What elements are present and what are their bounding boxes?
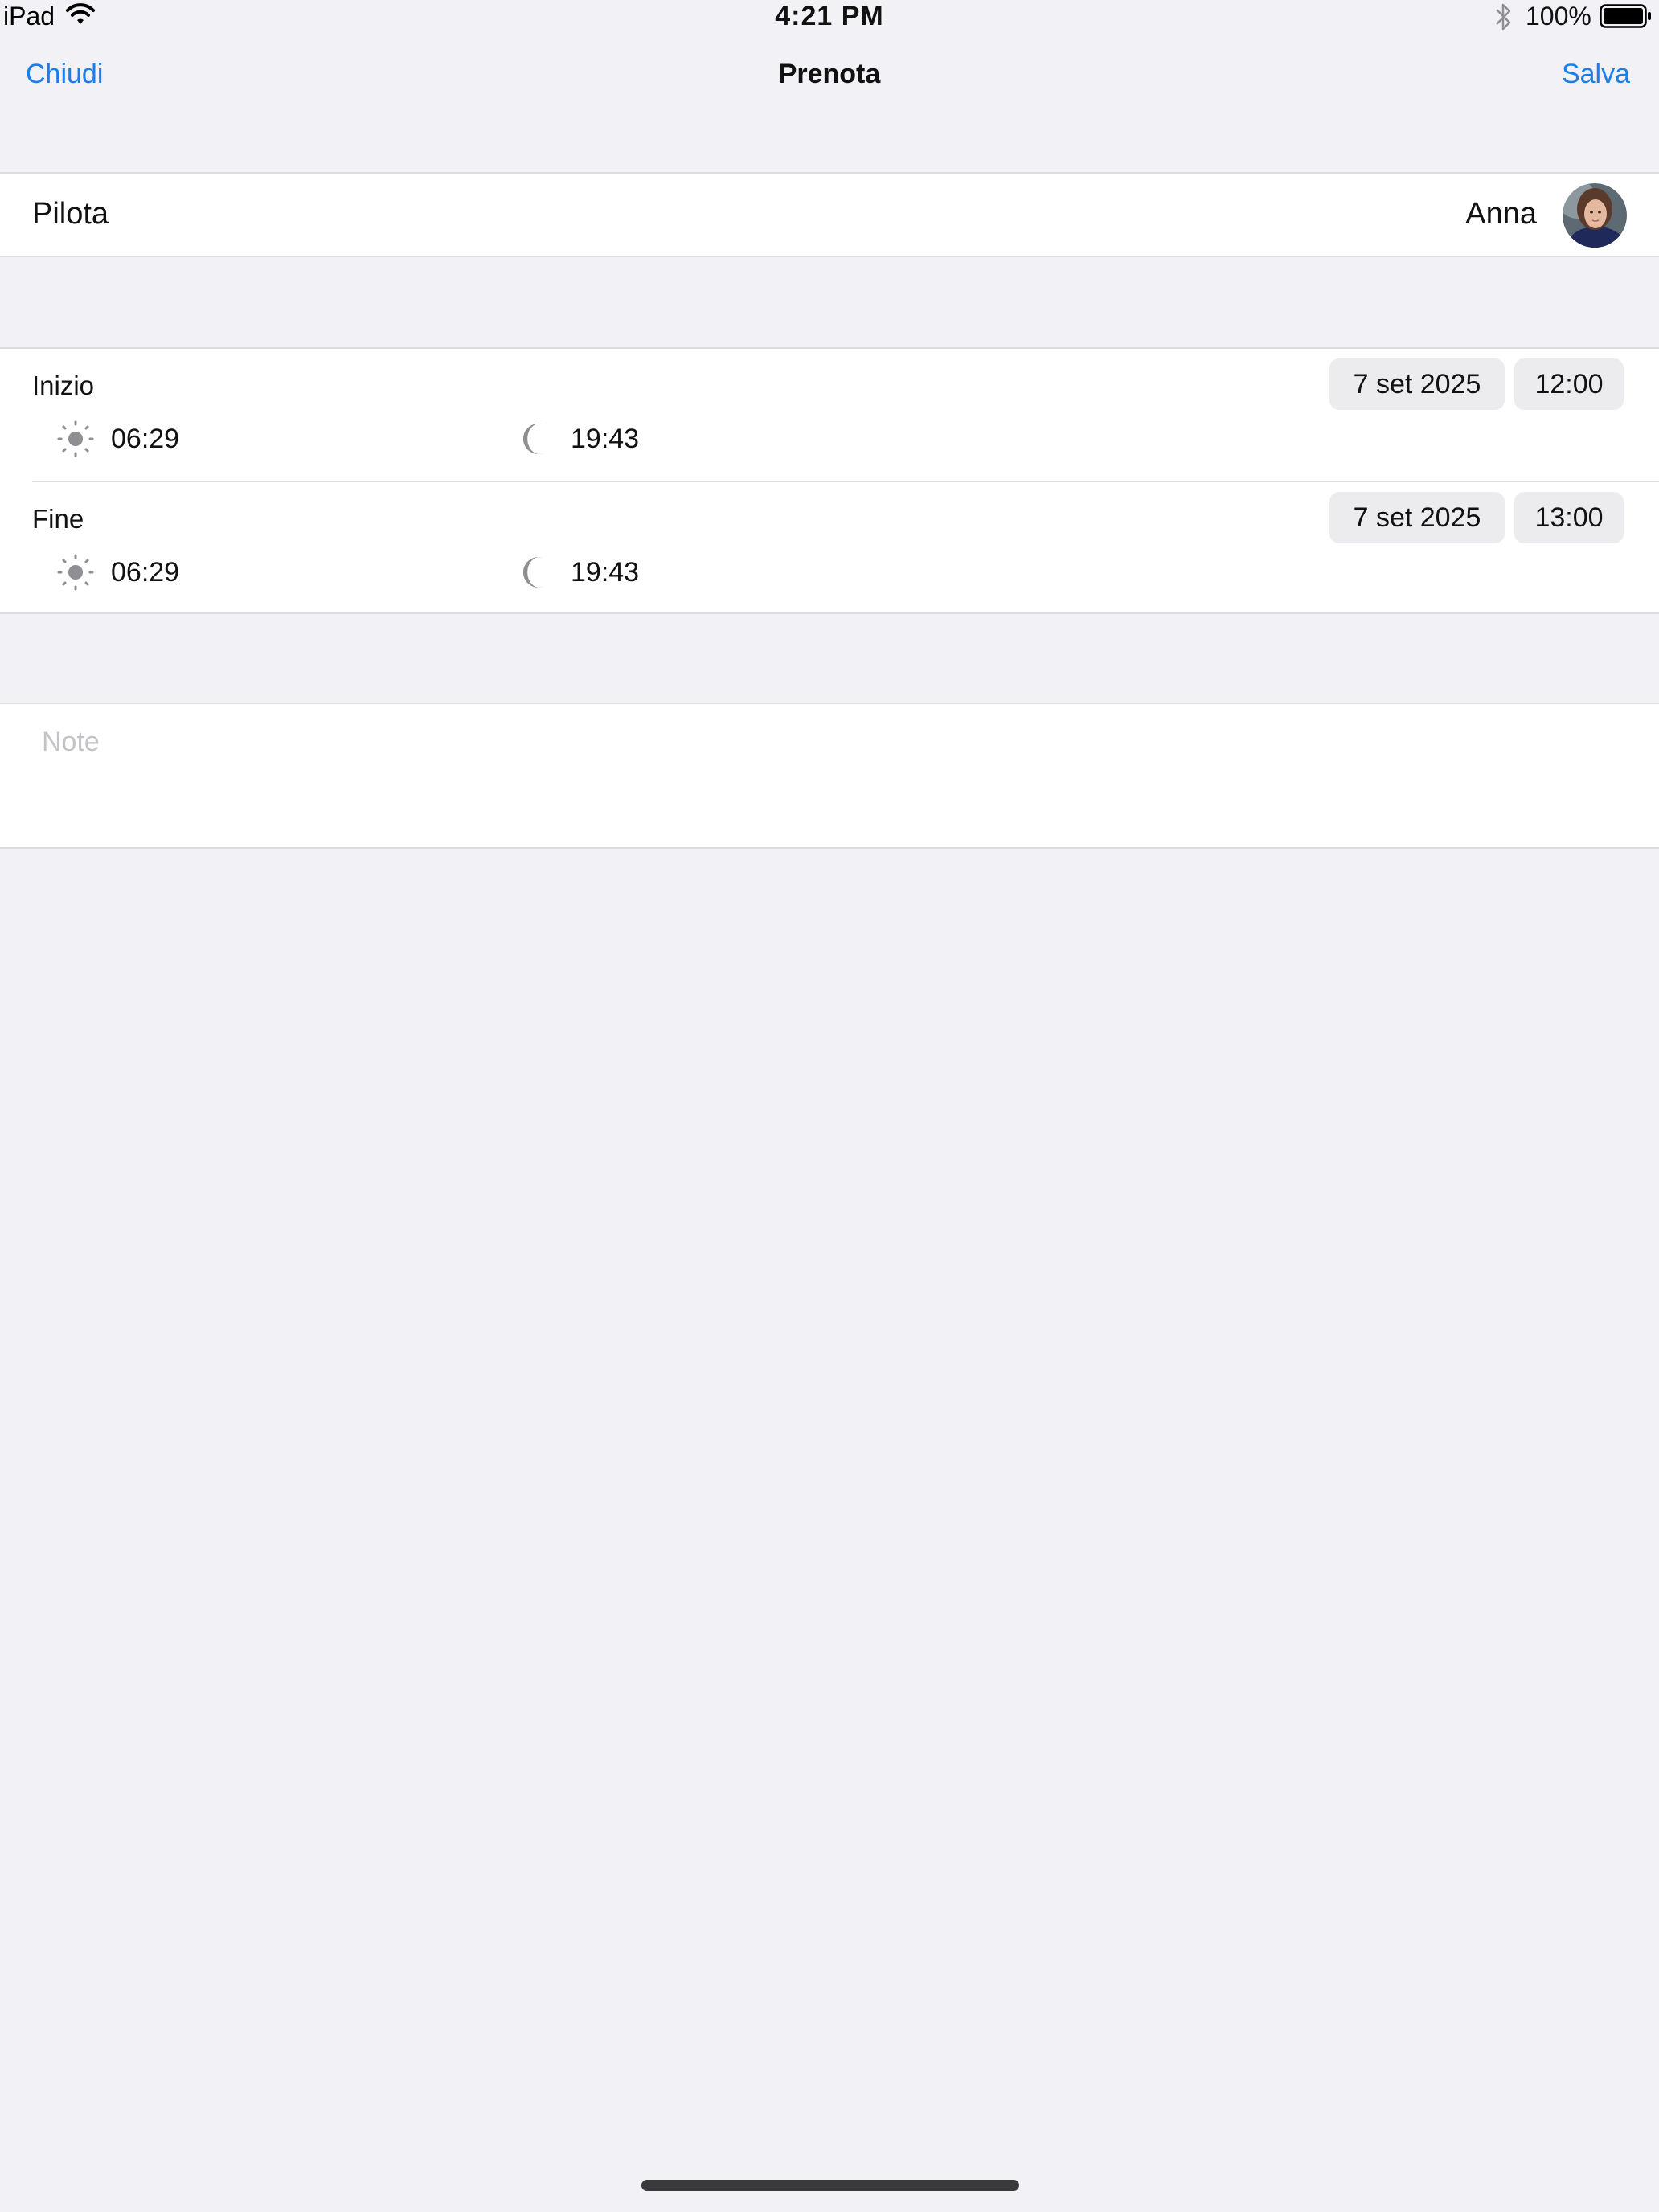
bluetooth-icon xyxy=(1496,3,1511,31)
sun-icon xyxy=(57,554,94,591)
home-indicator[interactable] xyxy=(641,2180,1019,2191)
pilot-row[interactable]: Pilota Anna xyxy=(0,172,1659,257)
battery-percent: 100% xyxy=(1526,2,1591,31)
end-label: Fine xyxy=(32,504,84,534)
battery-icon xyxy=(1600,4,1651,28)
pilot-name: Anna xyxy=(1465,197,1537,231)
start-sunrise-time: 06:29 xyxy=(111,424,180,454)
page-title: Prenota xyxy=(778,59,881,89)
avatar xyxy=(1563,183,1627,248)
end-sunrise-time: 06:29 xyxy=(111,557,180,588)
status-bar: iPad 4:21 PM 100% xyxy=(0,0,1659,35)
start-label: Inizio xyxy=(32,371,95,400)
sun-icon xyxy=(57,420,94,457)
nav-bar: Chiudi Prenota Salva xyxy=(0,48,1659,100)
start-sunset-time: 19:43 xyxy=(571,424,640,454)
time-section: Inizio 7 set 2025 12:00 06:29 19:43 Fine… xyxy=(0,347,1659,614)
notes-section xyxy=(0,703,1659,849)
notes-input[interactable] xyxy=(42,727,1617,823)
moon-icon xyxy=(522,557,543,588)
start-date-button[interactable]: 7 set 2025 xyxy=(1329,358,1505,410)
status-time: 4:21 PM xyxy=(775,1,884,31)
end-row: Fine 7 set 2025 13:00 06:29 19:43 xyxy=(32,481,1659,614)
moon-icon xyxy=(522,424,543,454)
pilot-label: Pilota xyxy=(32,197,109,231)
start-time-button[interactable]: 12:00 xyxy=(1514,358,1624,410)
end-date-button[interactable]: 7 set 2025 xyxy=(1329,492,1505,543)
save-button[interactable]: Salva xyxy=(1562,56,1630,92)
start-row: Inizio 7 set 2025 12:00 06:29 19:43 xyxy=(0,349,1659,481)
end-sunset-time: 19:43 xyxy=(571,557,640,588)
end-time-button[interactable]: 13:00 xyxy=(1514,492,1624,543)
